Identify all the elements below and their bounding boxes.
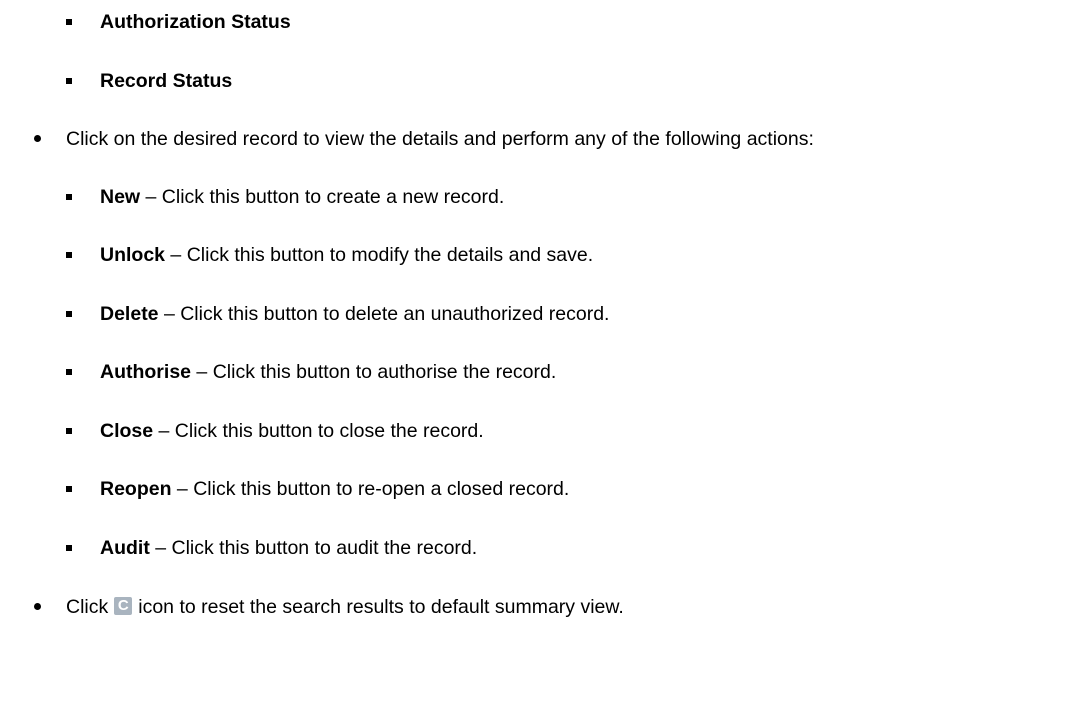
bullet-icon xyxy=(66,311,72,317)
bullet-icon xyxy=(66,194,72,200)
action-description: – Click this button to audit the record. xyxy=(149,537,478,559)
reset-instruction: Click Cicon to reset the search results t… xyxy=(66,595,624,619)
action-item-authorise: Authorise – Click this button to authori… xyxy=(100,360,556,384)
action-description: – Click this button to re-open a closed … xyxy=(171,478,570,500)
reset-text-after: icon to reset the search results to defa… xyxy=(138,596,624,618)
bullet-icon xyxy=(66,428,72,434)
search-field-item: Authorization Status xyxy=(100,10,291,34)
bullet-icon xyxy=(66,78,72,84)
refresh-icon[interactable]: C xyxy=(114,597,133,615)
action-item-unlock: Unlock – Click this button to modify the… xyxy=(100,243,593,267)
bullet-icon xyxy=(34,603,41,610)
action-item-new: New – Click this button to create a new … xyxy=(100,185,504,209)
action-label: Delete xyxy=(100,303,159,325)
action-label: New xyxy=(100,186,141,208)
action-label: Unlock xyxy=(100,244,166,266)
action-description: – Click this button to delete an unautho… xyxy=(158,303,610,325)
reset-text-before: Click xyxy=(66,596,109,618)
search-field-label: Record Status xyxy=(100,70,233,92)
action-description: – Click this button to modify the detail… xyxy=(165,244,594,266)
bullet-icon xyxy=(66,545,72,551)
instruction-text: Click on the desired record to view the … xyxy=(66,128,814,150)
action-item-audit: Audit – Click this button to audit the r… xyxy=(100,536,477,560)
action-description: – Click this button to create a new reco… xyxy=(140,186,505,208)
action-item-close: Close – Click this button to close the r… xyxy=(100,419,484,443)
bullet-icon xyxy=(66,252,72,258)
action-label: Audit xyxy=(100,537,150,559)
action-label: Reopen xyxy=(100,478,172,500)
action-item-reopen: Reopen – Click this button to re-open a … xyxy=(100,477,569,501)
action-item-delete: Delete – Click this button to delete an … xyxy=(100,302,609,326)
bullet-icon xyxy=(66,369,72,375)
action-description: – Click this button to authorise the rec… xyxy=(191,361,557,383)
action-label: Authorise xyxy=(100,361,192,383)
action-description: – Click this button to close the record. xyxy=(153,420,484,442)
bullet-icon xyxy=(66,486,72,492)
search-field-label: Authorization Status xyxy=(100,11,291,33)
bullet-icon xyxy=(34,135,41,142)
search-field-item: Record Status xyxy=(100,69,232,93)
action-label: Close xyxy=(100,420,154,442)
bullet-icon xyxy=(66,19,72,25)
